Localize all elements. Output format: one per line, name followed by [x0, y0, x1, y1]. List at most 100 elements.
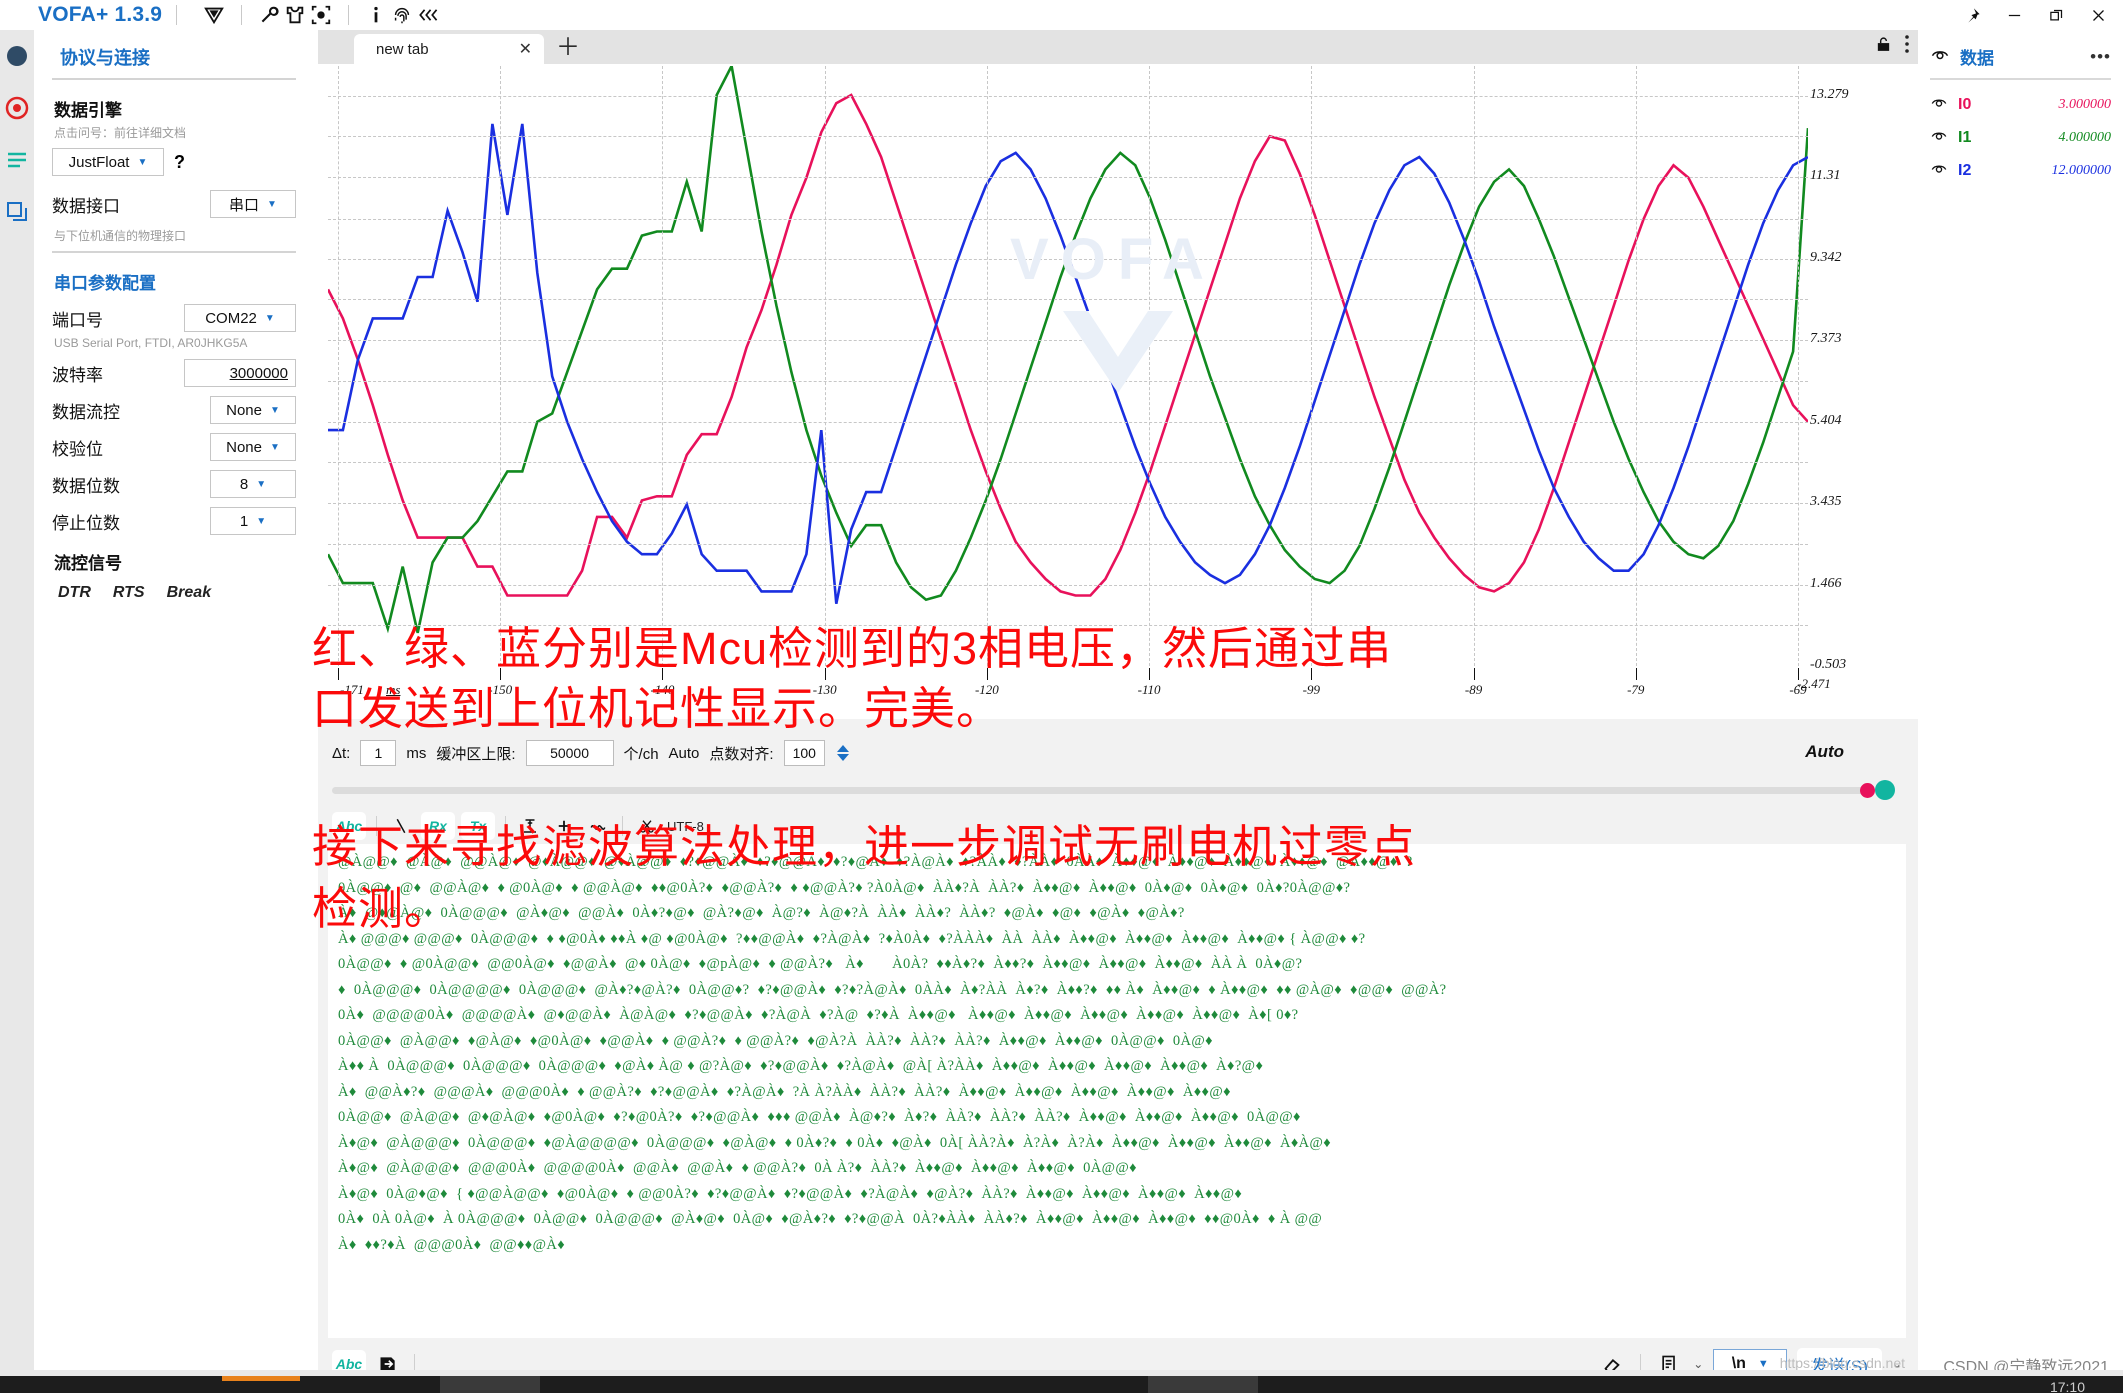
info-icon[interactable] [363, 2, 389, 28]
buffer-input[interactable]: 50000 [525, 740, 614, 766]
port-value: COM22 [205, 309, 257, 327]
tx-toggle[interactable]: Tx [461, 812, 495, 840]
rail-record-icon[interactable] [0, 82, 34, 134]
rail-connection-icon[interactable] [0, 30, 34, 82]
tab-new-tab[interactable]: new tab ✕ [354, 34, 544, 64]
collapse-left-icon[interactable] [415, 2, 441, 28]
align-input[interactable]: 100 [783, 740, 825, 766]
x-axis-tickmark [1473, 668, 1475, 680]
wave-icon[interactable] [584, 812, 612, 840]
channel-row[interactable]: I2 12.000000 [1918, 154, 2123, 187]
align-icon[interactable] [516, 812, 544, 840]
row-stopbits: 停止位数 1 ▼ [52, 507, 296, 535]
scrollbar-track[interactable] [332, 787, 1872, 794]
taskbar-window-2[interactable] [1148, 1376, 1258, 1393]
row-parity: 校验位 None ▼ [52, 433, 296, 461]
eye-icon[interactable] [1930, 93, 1948, 116]
terminal-line: 0À@@♦ @♦ @@À@♦ ♦ @0À@♦ ♦ @@À@♦ ♦♦@0À?♦ ♦… [338, 879, 1351, 896]
kebab-menu-icon[interactable] [1904, 34, 1910, 59]
gridline [662, 66, 664, 666]
gridline [1798, 66, 1799, 666]
target-icon[interactable] [308, 2, 334, 28]
data-engine-select[interactable]: JustFloat ▼ [52, 148, 164, 176]
auto-mode-label[interactable]: Auto [1805, 742, 1844, 762]
encoding-label[interactable]: UTF-8 [667, 819, 704, 834]
shirt-icon[interactable] [282, 2, 308, 28]
scrollbar-knob-left[interactable] [1860, 783, 1875, 798]
pin-icon[interactable] [1951, 0, 1993, 30]
help-icon[interactable]: ? [174, 152, 185, 173]
break-button[interactable]: Break [167, 584, 211, 602]
baud-input[interactable]: 3000000 [184, 359, 296, 387]
channel-row[interactable]: I1 4.000000 [1918, 121, 2123, 154]
toolbar-icons [201, 2, 441, 28]
wrench-icon[interactable] [256, 2, 282, 28]
channel-value: 4.000000 [2058, 129, 2112, 145]
waveform-plot[interactable]: VOFA [328, 66, 1808, 666]
stopbits-label: 停止位数 [52, 513, 120, 533]
parity-value: None [226, 438, 262, 456]
eye-icon[interactable] [1930, 44, 1950, 69]
rts-button[interactable]: RTS [113, 584, 145, 602]
panel-menu-icon[interactable]: ••• [2090, 47, 2111, 67]
rail-layers-icon[interactable] [0, 186, 34, 238]
dt-input[interactable]: 1 [360, 740, 397, 766]
rx-toggle[interactable]: Rx [421, 812, 455, 840]
url-watermark: https://blog.csdn.net [1779, 1355, 1905, 1371]
dtr-button[interactable]: DTR [58, 584, 91, 602]
lock-icon[interactable] [1875, 36, 1892, 58]
channel-name: I2 [1958, 161, 1972, 179]
dt-unit: ms [406, 744, 427, 762]
row-port: 端口号 COM22 ▼ [52, 304, 296, 332]
parity-select[interactable]: None ▼ [210, 433, 296, 461]
abc-toggle[interactable]: Abc [332, 812, 366, 840]
data-interface-select[interactable]: 串口 ▼ [210, 190, 296, 218]
flow-label: 数据流控 [52, 402, 120, 422]
backslash-icon[interactable] [387, 812, 415, 840]
data-panel-title: 数据 [1960, 49, 1994, 68]
sidebar-title: 协议与连接 [60, 48, 150, 68]
close-icon[interactable]: ✕ [519, 39, 532, 59]
scrollbar-knob-right[interactable] [1875, 780, 1895, 800]
terminal-output[interactable]: @À@@♦ @À@♦ @@À@♦ @♦À@@♦ @♦À@@♦ ♦?♦@@À♦ ♦… [328, 844, 1906, 1338]
minimize-icon[interactable] [1993, 0, 2035, 30]
chevron-down-icon[interactable]: ⌄ [1693, 1357, 1703, 1371]
x-axis-tick: -79 [1627, 682, 1645, 697]
x-axis-tickmark [824, 668, 826, 680]
auto-inline-label[interactable]: Auto [669, 745, 700, 762]
tab-strip: new tab ✕ ＋ [318, 30, 1918, 64]
logo-v-icon[interactable] [201, 2, 227, 28]
row-flow: 数据流控 None ▼ [52, 396, 296, 424]
buffer-value: 50000 [550, 745, 589, 761]
x-axis-tickmark [338, 668, 339, 680]
divider [622, 816, 623, 836]
align-stepper[interactable] [836, 745, 849, 761]
flow-select[interactable]: None ▼ [210, 396, 296, 424]
channel-row[interactable]: I0 3.000000 [1918, 88, 2123, 121]
plus-icon[interactable] [550, 812, 578, 840]
add-tab-button[interactable]: ＋ [556, 36, 580, 60]
time-scrollbar[interactable] [332, 778, 1902, 802]
x-axis-tickmark [1311, 668, 1313, 680]
databits-select[interactable]: 8 ▼ [210, 470, 296, 498]
data-panel-header: 数据 ••• [1918, 40, 2123, 69]
eye-icon[interactable] [1930, 126, 1948, 149]
port-select[interactable]: COM22 ▼ [184, 304, 296, 332]
buffer-unit: 个/ch [623, 745, 659, 763]
taskbar-window-1[interactable] [440, 1376, 540, 1393]
scissors-icon[interactable] [633, 812, 661, 840]
chevron-down-icon: ▼ [1757, 1358, 1769, 1370]
chevron-down-icon: ▼ [269, 404, 280, 416]
align-label: 点数对齐: [709, 745, 774, 763]
x-axis-tickmark [1635, 668, 1637, 680]
divider [241, 5, 243, 25]
tab-right-tools [1875, 34, 1910, 59]
rail-list-icon[interactable] [0, 134, 34, 186]
fingerprint-icon[interactable] [389, 2, 415, 28]
terminal-line: À♦@♦ @À@@@♦ @@@0À♦ @@@@0À♦ @@À♦ @@À♦ ♦ @… [338, 1160, 1137, 1176]
terminal-line: À♦ @@À♦?♦ @@@À♦ @@@0À♦ ♦ @@À?♦ ♦?♦@@À♦ ♦… [338, 1083, 1231, 1100]
restore-icon[interactable] [2035, 0, 2077, 30]
close-icon[interactable] [2077, 0, 2119, 30]
stopbits-select[interactable]: 1 ▼ [210, 507, 296, 535]
eye-icon[interactable] [1930, 159, 1948, 182]
